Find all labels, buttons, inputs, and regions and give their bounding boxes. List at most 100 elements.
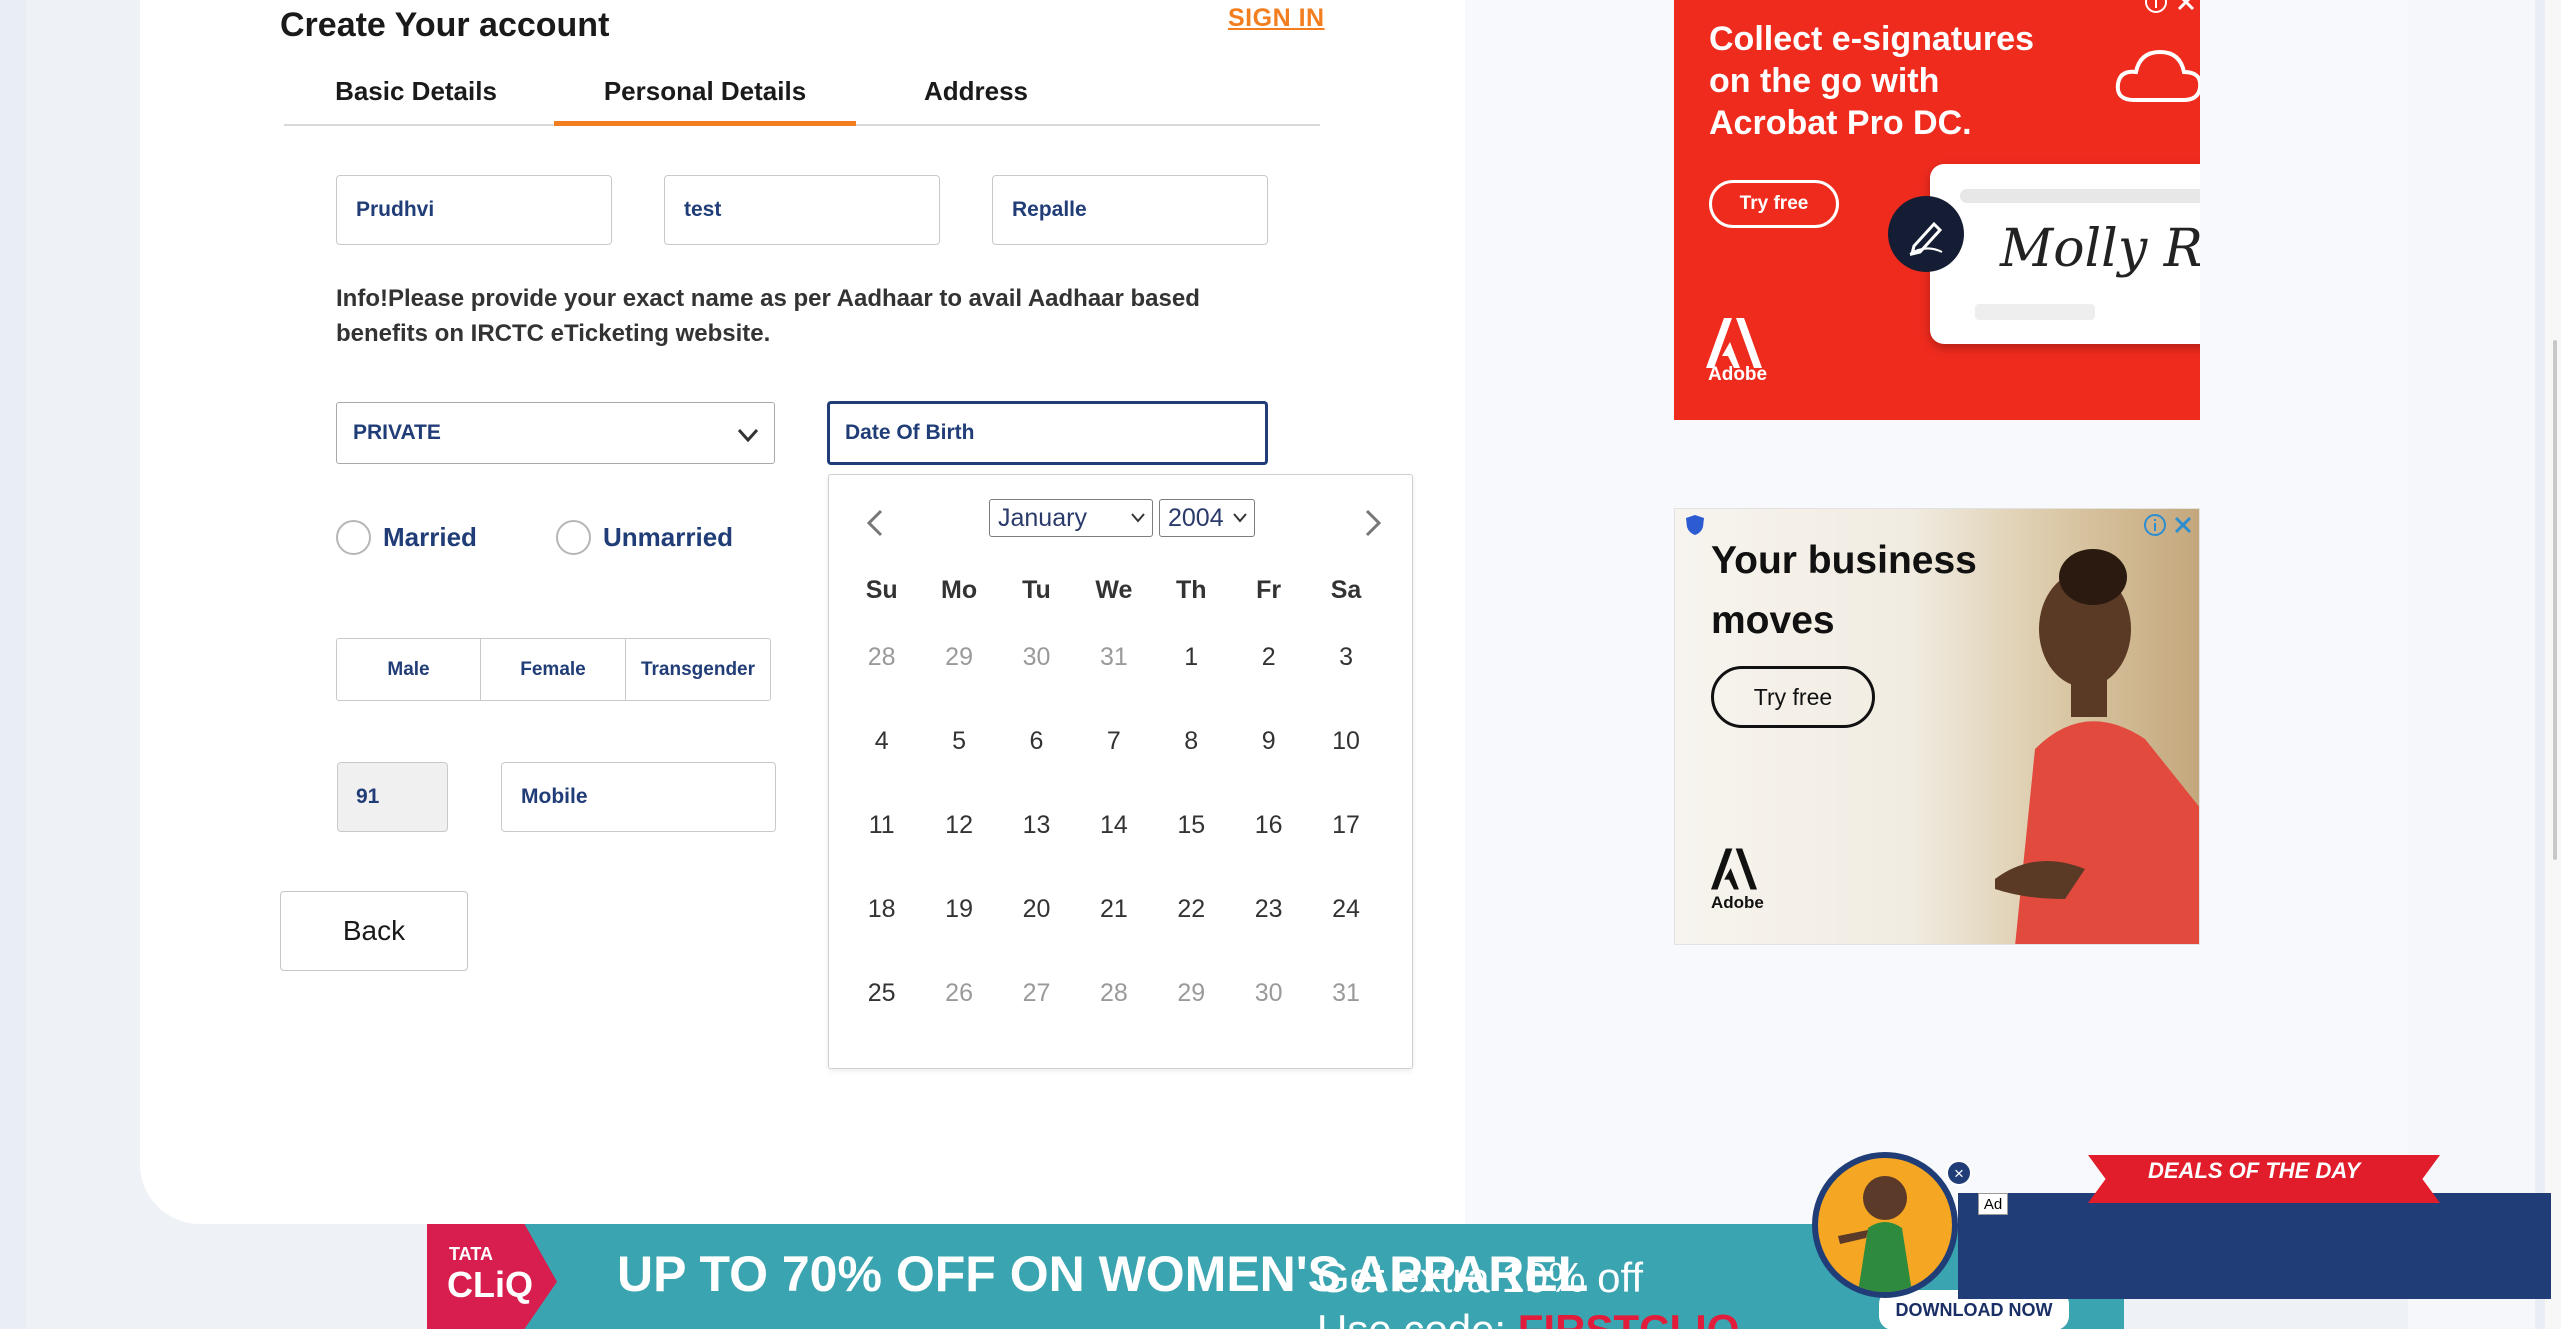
- ad-info-icon[interactable]: [2144, 0, 2168, 14]
- married-label: Married: [383, 521, 477, 552]
- gender-transgender-button[interactable]: Transgender: [626, 638, 771, 701]
- calendar-day[interactable]: 8: [1153, 699, 1230, 783]
- date-of-birth-input[interactable]: Date Of Birth: [827, 401, 1268, 465]
- adobe-logo-icon: [1711, 848, 1757, 890]
- ad-info-icon[interactable]: [2143, 513, 2167, 537]
- gender-male-button[interactable]: Male: [336, 638, 481, 701]
- calendar-day[interactable]: 24: [1307, 867, 1384, 951]
- calendar-day[interactable]: 1: [1153, 615, 1230, 699]
- calendar-day[interactable]: 13: [998, 783, 1075, 867]
- middle-name-input[interactable]: test: [664, 175, 940, 245]
- acrobat-ad-headline: Collect e-signatures on the go with Acro…: [1709, 20, 2034, 142]
- calendar-day[interactable]: 2: [1230, 615, 1307, 699]
- calendar-day[interactable]: 3: [1307, 615, 1384, 699]
- signature: Molly R: [2000, 219, 2200, 279]
- occupation-select[interactable]: PRIVATE: [336, 402, 775, 464]
- chevron-down-icon: [1233, 513, 1247, 523]
- first-name-input[interactable]: Prudhvi: [336, 175, 612, 245]
- weekday-label: Su: [865, 576, 898, 604]
- calendar-day[interactable]: 4: [843, 699, 920, 783]
- adobe-logo-icon: [1706, 318, 1762, 368]
- cliq-text: CLiQ: [447, 1264, 533, 1305]
- business-ad[interactable]: Your business moves Try free Adobe: [1674, 508, 2200, 945]
- device-mockup: Molly R: [1930, 164, 2200, 344]
- previous-month-icon[interactable]: [857, 503, 897, 543]
- month-select[interactable]: January: [989, 499, 1153, 537]
- calendar-day[interactable]: 9: [1230, 699, 1307, 783]
- calendar-day[interactable]: 18: [843, 867, 920, 951]
- adobe-brand: Adobe: [1711, 893, 1764, 912]
- deals-of-the-day-label: DEALS OF THE DAY: [2148, 1158, 2361, 1183]
- device-footer: [1975, 304, 2095, 320]
- chevron-down-icon: [737, 428, 759, 443]
- calendar-day[interactable]: 31: [1307, 951, 1384, 1035]
- weekday-label: Sa: [1330, 576, 1362, 604]
- ad-badge: Ad: [1978, 1193, 2008, 1215]
- calendar-day[interactable]: 30: [998, 615, 1075, 699]
- sign-in-link[interactable]: SIGN IN: [1228, 4, 1325, 33]
- mobile-input[interactable]: Mobile: [501, 762, 776, 832]
- shield-icon: [1686, 515, 1704, 535]
- gender-selector: Male Female Transgender: [336, 638, 771, 701]
- calendar-day[interactable]: 5: [920, 699, 997, 783]
- calendar-day[interactable]: 30: [1230, 951, 1307, 1035]
- weekday-label: We: [1095, 576, 1133, 604]
- ad-close-icon[interactable]: [2174, 0, 2198, 14]
- calendar-day[interactable]: 28: [1075, 951, 1152, 1035]
- married-radio[interactable]: [336, 519, 371, 555]
- calendar-day[interactable]: 27: [998, 951, 1075, 1035]
- acrobat-ad[interactable]: Collect e-signatures on the go with Acro…: [1674, 0, 2200, 420]
- year-select[interactable]: 2004: [1159, 499, 1255, 537]
- calendar-day[interactable]: 26: [920, 951, 997, 1035]
- calendar-day[interactable]: 17: [1307, 783, 1384, 867]
- calendar-day[interactable]: 21: [1075, 867, 1152, 951]
- scrollbar-thumb[interactable]: [2553, 340, 2557, 860]
- tab-basic-details[interactable]: Basic Details: [284, 72, 548, 126]
- calendar-day[interactable]: 20: [998, 867, 1075, 951]
- promo-code: FIRSTCLIQ: [1518, 1306, 1740, 1329]
- business-try-free-button[interactable]: Try free: [1711, 666, 1875, 728]
- calendar-day[interactable]: 7: [1075, 699, 1152, 783]
- calendar-day[interactable]: 15: [1153, 783, 1230, 867]
- registration-tabs: Basic Details Personal Details Address: [284, 72, 1320, 126]
- month-value: January: [998, 504, 1087, 532]
- calendar-day[interactable]: 12: [920, 783, 997, 867]
- next-month-icon[interactable]: [1351, 503, 1391, 543]
- deals-panel[interactable]: [1958, 1193, 2551, 1299]
- business-ad-headline-line1: Your business: [1711, 539, 1977, 582]
- calendar-day[interactable]: 22: [1153, 867, 1230, 951]
- unmarried-radio[interactable]: [556, 519, 591, 555]
- banner-code-line: Use code: FIRSTCLIQ: [1317, 1304, 1739, 1329]
- calendar-day[interactable]: 29: [920, 615, 997, 699]
- calendar-day[interactable]: 25: [843, 951, 920, 1035]
- business-ad-headline: Your business moves: [1711, 531, 1977, 651]
- tab-personal-details[interactable]: Personal Details: [554, 72, 856, 126]
- date-picker: January 2004 Su Mo Tu We Th Fr Sa 28 29 30…: [828, 474, 1413, 1069]
- calendar-day[interactable]: 28: [843, 615, 920, 699]
- calendar-day[interactable]: 19: [920, 867, 997, 951]
- calendar-day[interactable]: 29: [1153, 951, 1230, 1035]
- calendar-day[interactable]: 10: [1307, 699, 1384, 783]
- banner-offer-line: Get extra 10% off: [1317, 1254, 1644, 1301]
- right-margin: [2408, 0, 2535, 1329]
- tab-address[interactable]: Address: [856, 72, 1096, 126]
- calendar-day[interactable]: 14: [1075, 783, 1152, 867]
- calendar-day[interactable]: 16: [1230, 783, 1307, 867]
- cloud-icon: [2115, 49, 2200, 102]
- calendar-day[interactable]: 31: [1075, 615, 1152, 699]
- unmarried-option[interactable]: Unmarried: [556, 517, 733, 557]
- pen-icon: [1888, 196, 1964, 272]
- gender-female-button[interactable]: Female: [481, 638, 626, 701]
- calendar-day[interactable]: 11: [843, 783, 920, 867]
- calendar-day[interactable]: 6: [998, 699, 1075, 783]
- acrobat-try-free-button[interactable]: Try free: [1709, 180, 1839, 228]
- last-name-input[interactable]: Repalle: [992, 175, 1268, 245]
- woman-photo: [1995, 549, 2199, 944]
- business-ad-headline-line2: moves: [1711, 599, 1835, 642]
- ad-close-icon[interactable]: [2171, 513, 2195, 537]
- back-button[interactable]: Back: [280, 891, 468, 971]
- close-icon[interactable]: ×: [1946, 1160, 1972, 1186]
- married-option[interactable]: Married: [336, 517, 477, 557]
- mascot-avatar[interactable]: [1812, 1152, 1958, 1298]
- calendar-day[interactable]: 23: [1230, 867, 1307, 951]
